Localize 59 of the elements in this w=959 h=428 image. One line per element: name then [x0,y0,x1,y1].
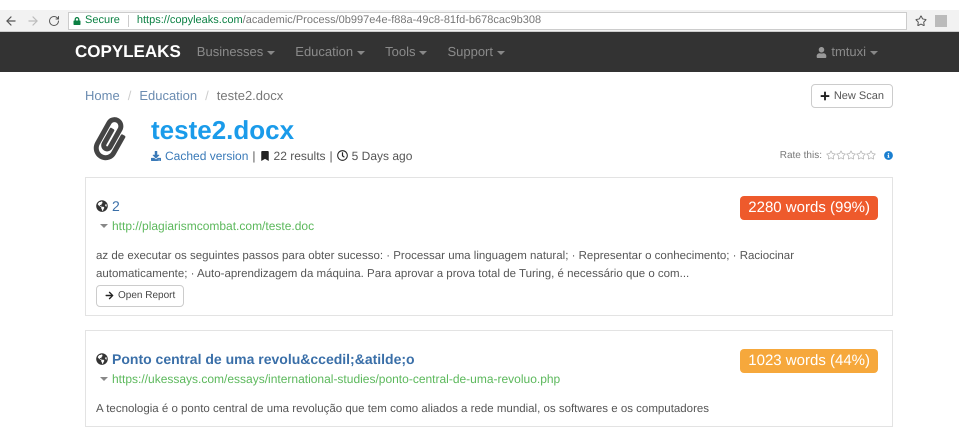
lock-icon [73,16,81,24]
address-bar[interactable]: Secure https://copyleaks.com/academic/Process/0b997e4e-f88a-49c8-81fd-b678cac9b308 [68,12,907,30]
star-icon[interactable] [836,150,846,160]
logo[interactable]: COPYLEAKS [75,39,181,65]
globe-icon [96,200,108,212]
result-url[interactable]: https://ukessays.com/essays/international-studies/ponto-central-de-uma-revoluo.php [112,370,560,388]
star-rating[interactable] [826,150,876,160]
results-count: 22 results [274,148,326,164]
caret-icon [357,50,366,55]
nav-menu[interactable]: Businesses [196,42,276,62]
match-badge: 2280 words (99%) [740,196,878,220]
arrow-right-icon [105,291,114,300]
user-icon [816,46,828,58]
match-badge: 1023 words (44%) [740,348,878,373]
bookmark-star-icon[interactable] [915,14,927,26]
document-age: 5 Days ago [352,148,412,164]
forward-icon[interactable] [26,14,40,28]
caret-icon [100,224,108,228]
breadcrumb-separator: / [128,87,132,106]
meta-separator: | [252,148,256,164]
breadcrumb-link[interactable]: Education [139,86,198,106]
clock-icon [336,150,348,161]
nav-menu[interactable]: Support [447,42,506,62]
star-icon[interactable] [866,150,876,160]
info-icon[interactable] [884,150,893,160]
secure-label: Secure [85,13,120,28]
cached-version-link[interactable]: Cached version [165,146,248,164]
user-menu[interactable]: tmtuxi [831,42,878,62]
caret-icon [419,50,428,55]
star-icon[interactable] [856,150,866,160]
star-icon[interactable] [846,150,856,160]
globe-icon [96,353,108,365]
back-icon[interactable] [4,14,18,28]
url-text: https://copyleaks.com/academic/Process/0b997e4e-f88a-49c8-81fd-b678cac9b308 [136,13,542,28]
caret-icon [497,50,506,55]
result-title[interactable]: 2 [112,196,120,216]
rate-label: Rate this: [780,148,822,162]
caret-icon [870,50,878,55]
result-snippet: az de executar os seguintes passos para obter sucesso: · Processar uma linguagem natural; · Representar o conhecimento; · Raciocinar automaticamente; · Auto-aprendizagem da máquina. Para aprovar a prova total de Turing, é necessário que o com... [96,248,796,282]
nav-menu[interactable]: Tools [385,42,428,62]
new-scan-button[interactable]: New Scan [810,84,893,108]
extension-icon[interactable] [935,14,947,26]
breadcrumb-link[interactable]: Home [85,86,120,106]
meta-separator: | [330,148,333,164]
result-snippet: A tecnologia é o ponto central de uma revolução que tem como aliados a rede mundial, os softwares e os computadores [96,402,710,416]
breadcrumb-current: teste2.docx [216,87,284,106]
breadcrumb-separator: / [205,87,209,106]
document-title: teste2.docx [151,114,296,146]
nav-menu[interactable]: Education [295,42,366,62]
bookmark-icon [260,150,270,160]
result-url[interactable]: http://plagiarismcombat.com/teste.doc [112,216,314,234]
open-report-button[interactable]: Open Report [96,284,184,306]
reload-icon[interactable] [48,14,60,26]
star-icon[interactable] [826,150,836,160]
download-icon [151,150,161,160]
caret-icon [100,376,108,380]
result-title[interactable]: Ponto central de uma revolu&ccedil;&atilde;o [112,348,415,370]
caret-icon [267,50,276,55]
plus-icon [820,91,830,101]
